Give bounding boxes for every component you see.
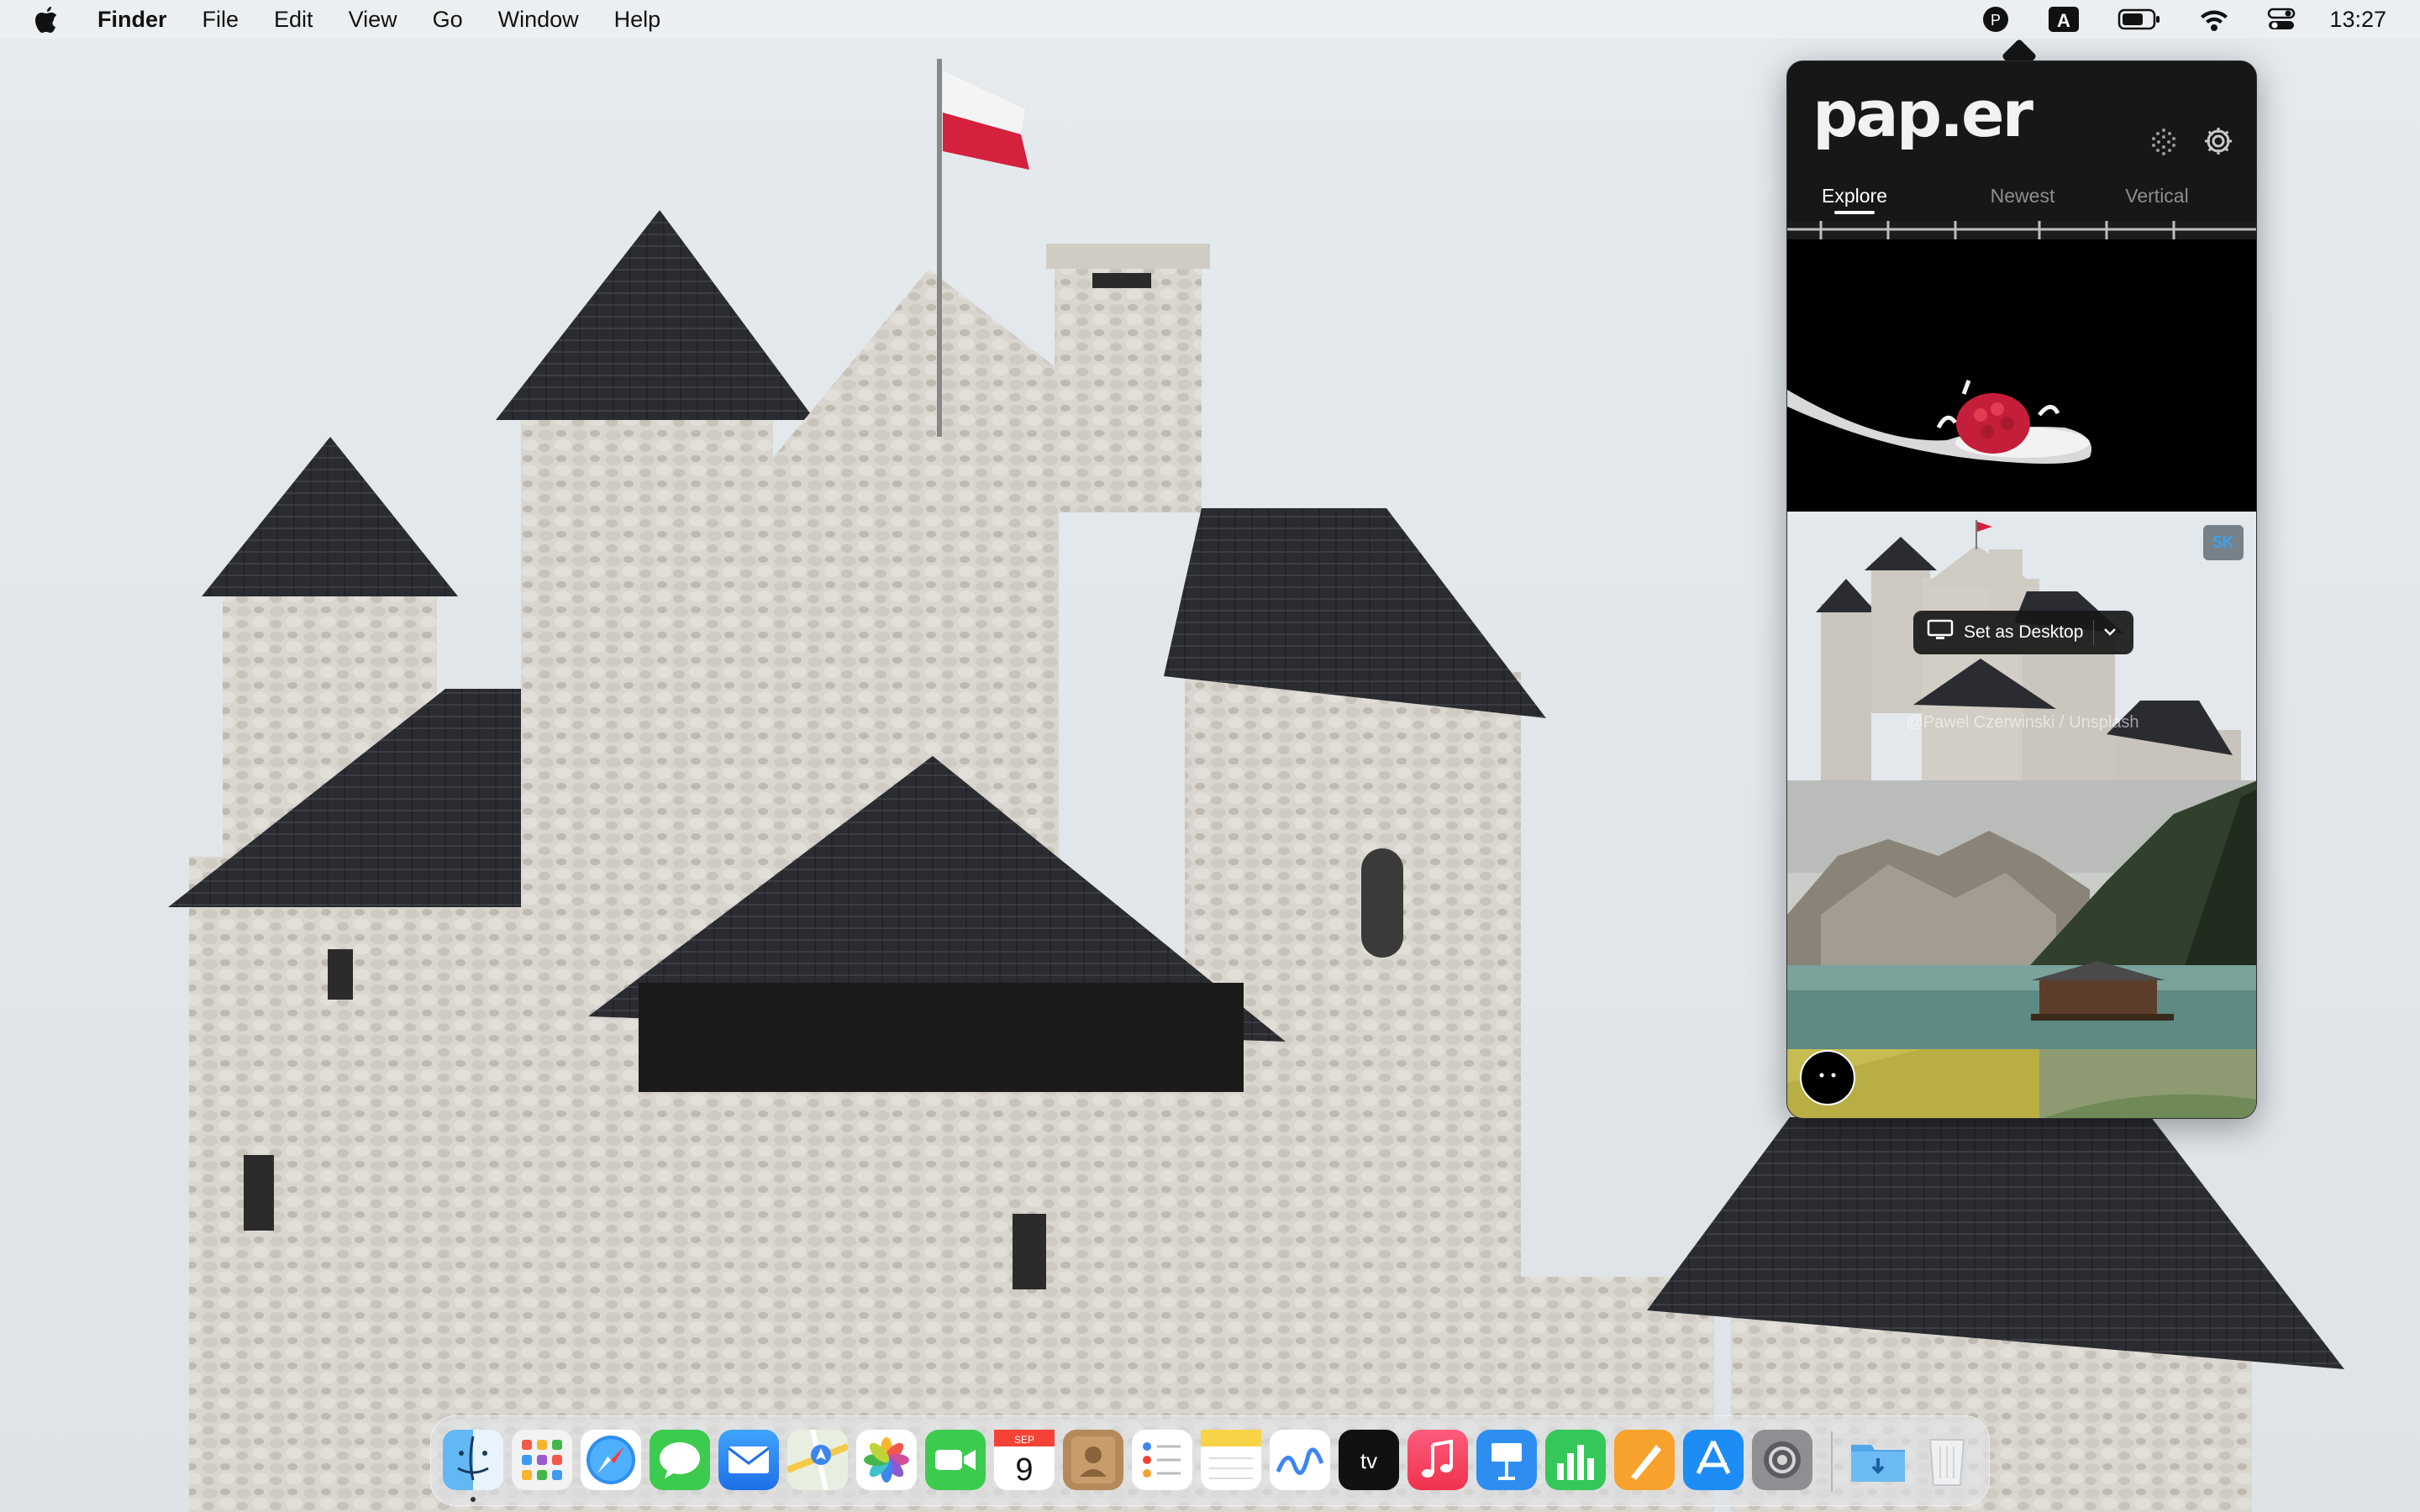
dock-launchpad-icon[interactable] — [512, 1430, 572, 1490]
wallpaper-thumb-selected[interactable]: 5K Set as Desktop @Pawel Czerwinski / Un… — [1787, 512, 2256, 780]
wallpaper-feed[interactable]: 5K Set as Desktop @Pawel Czerwinski / Un… — [1787, 221, 2256, 1118]
dock-safari-icon[interactable] — [581, 1430, 641, 1490]
menu-clock[interactable]: 13:27 — [2329, 7, 2386, 33]
dock-reminders-icon[interactable] — [1132, 1430, 1192, 1490]
active-tab-indicator — [1834, 211, 1875, 214]
chevron-down-icon[interactable] — [2102, 622, 2118, 643]
set-as-desktop-button[interactable]: Set as Desktop — [1913, 611, 2133, 654]
wallpaper-thumb[interactable] — [1787, 1049, 2256, 1118]
tab-bar: Explore Newest Vertical — [1787, 179, 2256, 216]
tab-newest[interactable]: Newest — [1955, 179, 2090, 216]
svg-text:9: 9 — [1015, 1452, 1033, 1488]
dock-app-store-icon[interactable] — [1683, 1430, 1744, 1490]
menu-file[interactable]: File — [203, 7, 239, 33]
dock-contacts-icon[interactable] — [1063, 1430, 1123, 1490]
resolution-badge: 5K — [2203, 525, 2244, 560]
running-indicator — [471, 1497, 476, 1502]
dock-numbers-icon[interactable] — [1545, 1430, 1606, 1490]
set-as-desktop-label: Set as Desktop — [1964, 622, 2084, 642]
menu-bar: Finder File Edit View Go Window Help P A… — [0, 0, 2420, 39]
wallpaper-thumb[interactable] — [1787, 221, 2256, 243]
paper-popover: pap.er Explore Newest Vertical 5K Set as… — [1786, 60, 2257, 1119]
dock-trash-icon[interactable] — [1917, 1430, 1977, 1490]
dock-facetime-icon[interactable] — [925, 1430, 986, 1490]
dock-finder-icon[interactable] — [443, 1430, 503, 1490]
menu-app-name[interactable]: Finder — [97, 7, 167, 33]
dock-music-icon[interactable] — [1407, 1430, 1468, 1490]
popover-header: pap.er Explore Newest Vertical — [1787, 61, 2256, 221]
dock-pages-icon[interactable] — [1614, 1430, 1675, 1490]
monitor-icon — [1927, 619, 1954, 646]
wallpaper-thumb[interactable] — [1787, 243, 2256, 512]
dock-tv-icon[interactable]: tv — [1339, 1430, 1399, 1490]
dock-maps-icon[interactable] — [786, 1429, 850, 1491]
dock-freeform-icon[interactable] — [1270, 1430, 1330, 1490]
svg-text:P: P — [1991, 12, 2001, 29]
menu-help[interactable]: Help — [614, 7, 661, 33]
apple-menu-icon[interactable] — [34, 5, 59, 34]
menu-edit[interactable]: Edit — [274, 7, 313, 33]
photo-credit: @Pawel Czerwinski / Unsplash — [1906, 713, 2139, 732]
input-source-icon[interactable]: A — [2047, 5, 2081, 34]
battery-icon[interactable] — [2118, 8, 2161, 31]
button-divider — [2093, 620, 2095, 645]
tab-label: Explore — [1822, 185, 1887, 207]
menu-window[interactable]: Window — [498, 7, 579, 33]
menu-go[interactable]: Go — [433, 7, 463, 33]
dock-photos-icon[interactable] — [856, 1430, 917, 1490]
paper-status-icon[interactable]: P — [1981, 5, 2010, 34]
svg-text:A: A — [2057, 10, 2070, 31]
dock-notes-icon[interactable] — [1201, 1430, 1261, 1490]
svg-text:SEP: SEP — [1014, 1434, 1034, 1446]
dock-mail-icon[interactable] — [718, 1430, 779, 1490]
gear-icon[interactable] — [2202, 125, 2234, 157]
dot-grid-icon[interactable] — [2149, 127, 2179, 157]
tab-label: Vertical — [2125, 185, 2189, 207]
dock-system-settings-icon[interactable] — [1752, 1430, 1812, 1490]
wallpaper-thumb[interactable] — [1787, 780, 2256, 1049]
control-center-icon[interactable] — [2267, 7, 2296, 32]
dock: SEP 9 tv — [430, 1415, 1990, 1506]
svg-text:tv: tv — [1360, 1448, 1377, 1473]
tab-vertical[interactable]: Vertical — [2090, 179, 2224, 216]
wifi-icon[interactable] — [2198, 7, 2230, 32]
avatar[interactable] — [1800, 1050, 1855, 1105]
tab-explore[interactable]: Explore — [1787, 179, 1922, 216]
dock-downloads-icon[interactable] — [1848, 1430, 1908, 1490]
dock-keynote-icon[interactable] — [1476, 1430, 1537, 1490]
tab-label: Newest — [1990, 185, 2055, 207]
dock-separator — [1831, 1431, 1833, 1492]
dock-messages-icon[interactable] — [650, 1430, 710, 1490]
dock-calendar-icon[interactable]: SEP 9 — [994, 1430, 1055, 1490]
app-logo: pap.er — [1812, 76, 2033, 151]
menu-view[interactable]: View — [349, 7, 397, 33]
